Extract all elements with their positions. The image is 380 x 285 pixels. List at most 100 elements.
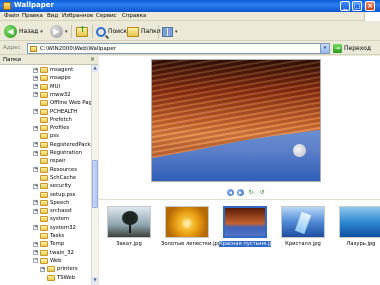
tree-item-label: TSWeb	[57, 274, 76, 281]
folder-icon	[40, 91, 48, 98]
rotate-clockwise-icon[interactable]: ↻	[247, 189, 255, 196]
expand-icon[interactable]: +	[33, 200, 38, 206]
search-button[interactable]: Поиск	[96, 24, 127, 39]
views-button[interactable]: ▾	[162, 24, 178, 39]
expand-icon[interactable]: +	[40, 266, 45, 272]
back-button[interactable]: ◀ Назад ▾	[4, 24, 43, 39]
thumbnail-item[interactable]: Лазурь.jpg	[335, 206, 380, 247]
tree-item[interactable]: setup.pss	[33, 191, 75, 199]
go-button[interactable]: → Переход	[333, 43, 371, 54]
menu-edit[interactable]: Правка	[22, 13, 43, 19]
menu-file[interactable]: Файл	[4, 13, 19, 19]
folder-icon	[47, 266, 55, 273]
tree-item[interactable]: + RegisteredPackages	[33, 141, 91, 149]
expand-icon[interactable]: +	[33, 225, 38, 231]
address-input[interactable]: C:\WIN2000\Web\Wallpaper ▾	[27, 43, 330, 54]
thumbnail-item[interactable]: Красная пустыня.jpg	[219, 206, 276, 247]
previous-image-icon[interactable]: ◀	[227, 189, 234, 196]
thumbnail-item[interactable]: Золотые лепестки.jpg	[161, 206, 221, 247]
expand-icon[interactable]: +	[33, 150, 38, 156]
minimize-button[interactable]: _	[340, 1, 350, 11]
menu-help[interactable]: Справка	[122, 13, 146, 19]
thumbnail-item[interactable]: Кристалл.jpg	[277, 206, 329, 247]
preview-controls: ◀ ▶ ↻ ↺	[227, 189, 266, 196]
expand-icon[interactable]: +	[33, 67, 38, 73]
tree-item[interactable]: + PCHEALTH	[33, 108, 77, 116]
address-dropdown-icon[interactable]: ▾	[320, 44, 329, 53]
tree-item[interactable]: repair	[33, 157, 66, 165]
forward-button[interactable]: ▶ ▾	[50, 24, 68, 39]
tree-item[interactable]: + printers	[40, 265, 78, 273]
tree-item[interactable]: + Registration	[33, 149, 82, 157]
tree-item[interactable]: + Resources	[33, 166, 77, 174]
tree-item[interactable]: + Profiles	[33, 124, 69, 132]
tree-item[interactable]: pss	[33, 132, 59, 140]
expand-icon[interactable]: +	[33, 125, 38, 131]
expand-icon[interactable]: +	[33, 109, 38, 114]
expand-icon[interactable]: +	[33, 250, 38, 256]
expand-icon[interactable]: +	[33, 92, 38, 98]
tree-item[interactable]: + twain_32	[33, 249, 74, 257]
back-dropdown-icon[interactable]: ▾	[40, 29, 43, 35]
tree-item[interactable]: + mww32	[33, 91, 71, 99]
tree-item[interactable]: − Web	[33, 257, 62, 265]
image-preview[interactable]	[151, 59, 321, 182]
tree-item[interactable]: Offline Web Pages	[33, 99, 91, 107]
tree-item[interactable]: + MUI	[33, 83, 60, 91]
go-arrow-icon: →	[333, 44, 342, 53]
menu-favorites[interactable]: Избранное	[62, 13, 93, 19]
tree-item[interactable]: Tasks	[33, 232, 64, 240]
folders-button[interactable]: Папки	[127, 24, 161, 39]
forward-dropdown-icon[interactable]: ▾	[65, 29, 68, 35]
collapse-icon[interactable]: −	[33, 258, 38, 264]
menu-tools[interactable]: Сервис	[96, 13, 117, 19]
expand-icon[interactable]: +	[33, 208, 38, 214]
tree-item[interactable]: + Speech	[33, 199, 70, 207]
folder-icon	[47, 274, 55, 281]
folder-icon	[40, 150, 48, 156]
tree-item[interactable]: + msapps	[33, 74, 71, 82]
maximize-button[interactable]: □	[352, 1, 362, 11]
folder-icon	[30, 46, 37, 52]
expand-icon[interactable]: +	[33, 84, 38, 90]
tree-item[interactable]: TSWeb	[40, 274, 75, 282]
menu-view[interactable]: Вид	[47, 13, 58, 19]
folder-icon	[40, 100, 48, 107]
tree-item[interactable]: + system32	[33, 224, 76, 232]
thumbnail-caption: Закат.jpg	[116, 241, 142, 247]
folder-tree-pane: Папки × + msagent + msapps + MUI + mww32 Offline…	[0, 56, 98, 285]
tree-item[interactable]: + srchasst	[33, 207, 72, 215]
go-label: Переход	[344, 45, 372, 52]
explorer-window: Wallpaper _ □ × Файл Правка Вид Избранно…	[0, 0, 380, 285]
search-icon	[96, 26, 106, 37]
tree-item-label: SchCache	[50, 174, 77, 181]
thumbnail-item[interactable]: Закат.jpg	[103, 206, 155, 247]
scroll-up-icon[interactable]: ▲	[92, 65, 98, 72]
tree-scrollbar[interactable]: ▲ ▼	[91, 65, 98, 285]
expand-icon[interactable]: +	[33, 75, 38, 81]
folder-icon	[40, 108, 48, 115]
tree-item[interactable]: SchCache	[33, 174, 76, 182]
tree-item[interactable]: + msagent	[33, 66, 73, 74]
up-folder-button[interactable]	[76, 24, 88, 39]
close-icon[interactable]: ×	[90, 56, 95, 63]
expand-icon[interactable]: +	[33, 183, 38, 189]
toolbar: ◀ Назад ▾ ▶ ▾ Поиск Папки ▾	[0, 22, 380, 41]
folder-icon	[40, 67, 48, 73]
tree-item[interactable]: Prefetch	[33, 116, 72, 124]
close-button[interactable]: ×	[365, 1, 375, 11]
expand-icon[interactable]: +	[33, 142, 38, 148]
next-image-icon[interactable]: ▶	[237, 189, 244, 196]
rotate-counterclockwise-icon[interactable]: ↺	[258, 189, 266, 196]
expand-icon[interactable]: +	[33, 241, 38, 247]
scroll-thumb[interactable]	[92, 160, 98, 208]
views-dropdown-icon[interactable]: ▾	[175, 29, 178, 35]
tree-item-label: srchasst	[50, 208, 72, 215]
tree-item[interactable]: system	[33, 215, 69, 223]
expand-icon[interactable]: +	[33, 167, 38, 173]
tree-item[interactable]: + security	[33, 182, 71, 190]
scroll-down-icon[interactable]: ▼	[92, 277, 98, 284]
folders-icon	[127, 26, 139, 37]
title-bar[interactable]: Wallpaper _ □ ×	[0, 0, 380, 12]
tree-item[interactable]: + Temp	[33, 240, 64, 248]
